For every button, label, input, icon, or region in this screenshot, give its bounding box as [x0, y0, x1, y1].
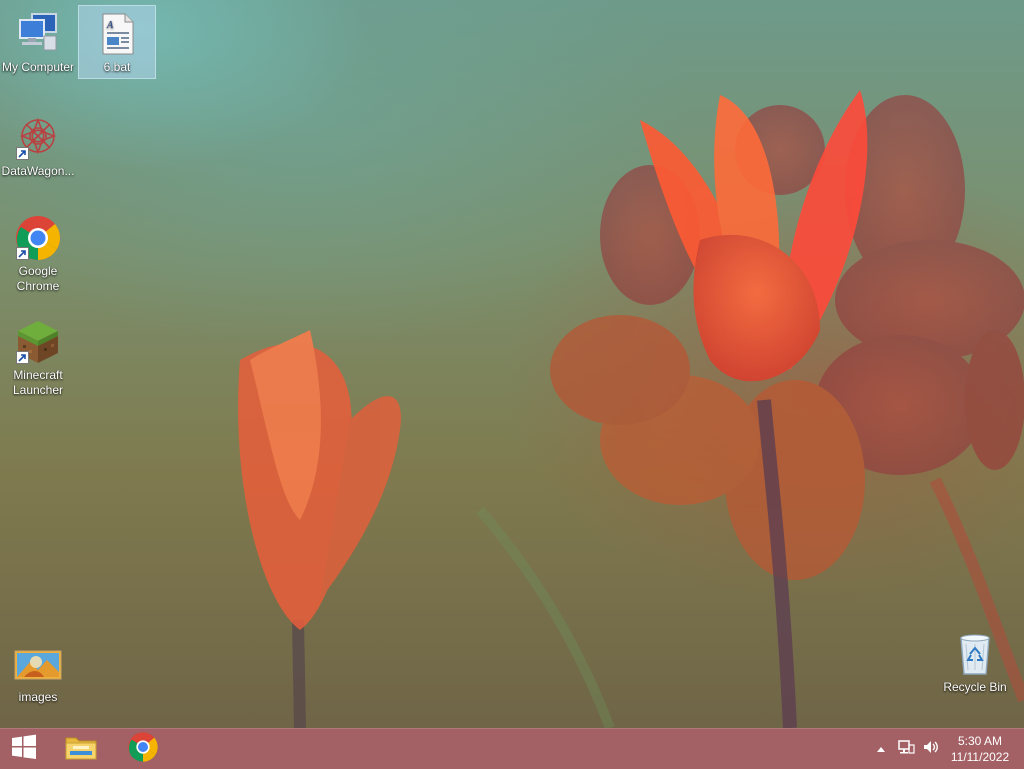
desktop-icon-label: DataWagon... — [1, 164, 75, 178]
desktop-icon-6-bat[interactable]: A 6.bat — [78, 5, 156, 79]
desktop-icon-label: Google Chrome — [16, 264, 60, 293]
network-button[interactable] — [894, 729, 918, 769]
taskbar-chrome-button[interactable] — [120, 729, 166, 769]
clock-time: 5:30 AM — [957, 734, 1003, 748]
computer-icon — [14, 10, 62, 58]
recycle-bin-icon — [951, 630, 999, 678]
shortcut-arrow-icon — [16, 147, 29, 160]
windows-logo-icon — [11, 734, 37, 765]
desktop-icon-recycle-bin[interactable]: Recycle Bin — [937, 626, 1013, 698]
volume-icon — [922, 739, 940, 760]
minecraft-icon — [14, 318, 62, 366]
start-button[interactable] — [0, 729, 48, 769]
desktop-icon-label: Minecraft Launcher — [12, 368, 64, 397]
taskbar-file-explorer-button[interactable] — [58, 729, 104, 769]
svg-text:A: A — [106, 20, 114, 31]
desktop-icon-label: 6.bat — [103, 60, 131, 74]
wallpaper-image — [238, 90, 1024, 728]
shortcut-arrow-icon — [16, 247, 29, 260]
show-hidden-icons-button[interactable] — [872, 729, 890, 769]
chrome-icon — [14, 214, 62, 262]
desktop-icon-datawagon[interactable]: DataWagon... — [0, 110, 76, 182]
chrome-icon — [127, 731, 159, 768]
datawagon-icon — [14, 114, 62, 162]
show-hidden-icons-icon — [876, 740, 886, 758]
desktop-icon-label: images — [18, 690, 58, 704]
volume-button[interactable] — [920, 729, 942, 769]
taskbar: 5:30 AM 11/11/2022 — [0, 728, 1024, 769]
desktop: My Computer A 6.bat DataWagon... Google … — [0, 0, 1024, 728]
desktop-icon-google-chrome[interactable]: Google Chrome — [0, 210, 76, 298]
system-clock[interactable]: 5:30 AM 11/11/2022 — [946, 733, 1014, 765]
images-folder-icon — [14, 640, 62, 688]
clock-date: 11/11/2022 — [950, 750, 1010, 764]
desktop-icon-label: Recycle Bin — [943, 680, 1007, 694]
file-explorer-icon — [64, 732, 98, 767]
batch-file-icon: A — [93, 10, 141, 58]
desktop-icon-images[interactable]: images — [0, 636, 76, 708]
shortcut-arrow-icon — [16, 351, 29, 364]
network-icon — [897, 739, 915, 760]
desktop-icon-minecraft-launcher[interactable]: Minecraft Launcher — [0, 314, 76, 402]
desktop-icon-my-computer[interactable]: My Computer — [0, 6, 76, 78]
desktop-icon-label: My Computer — [1, 60, 75, 74]
